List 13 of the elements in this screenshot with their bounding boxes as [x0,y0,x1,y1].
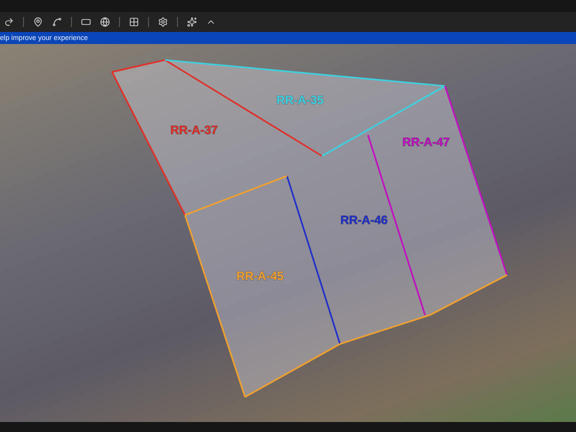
globe-icon[interactable] [100,17,110,27]
parcel-label: RR-A-45 [236,269,284,283]
sparkle-icon[interactable] [187,17,197,27]
settings-icon[interactable] [158,17,168,27]
path-icon[interactable] [52,17,62,27]
rectangle-icon[interactable] [81,17,91,27]
parcel-label: RR-A-47 [402,135,450,149]
grid-icon[interactable] [129,17,139,27]
parcel-label: RR-A-37 [170,123,218,137]
redo-icon[interactable] [4,17,14,27]
parcel-label: RR-A-35 [276,93,324,107]
pin-icon[interactable] [33,17,43,27]
parcel-label: RR-A-46 [340,213,388,227]
